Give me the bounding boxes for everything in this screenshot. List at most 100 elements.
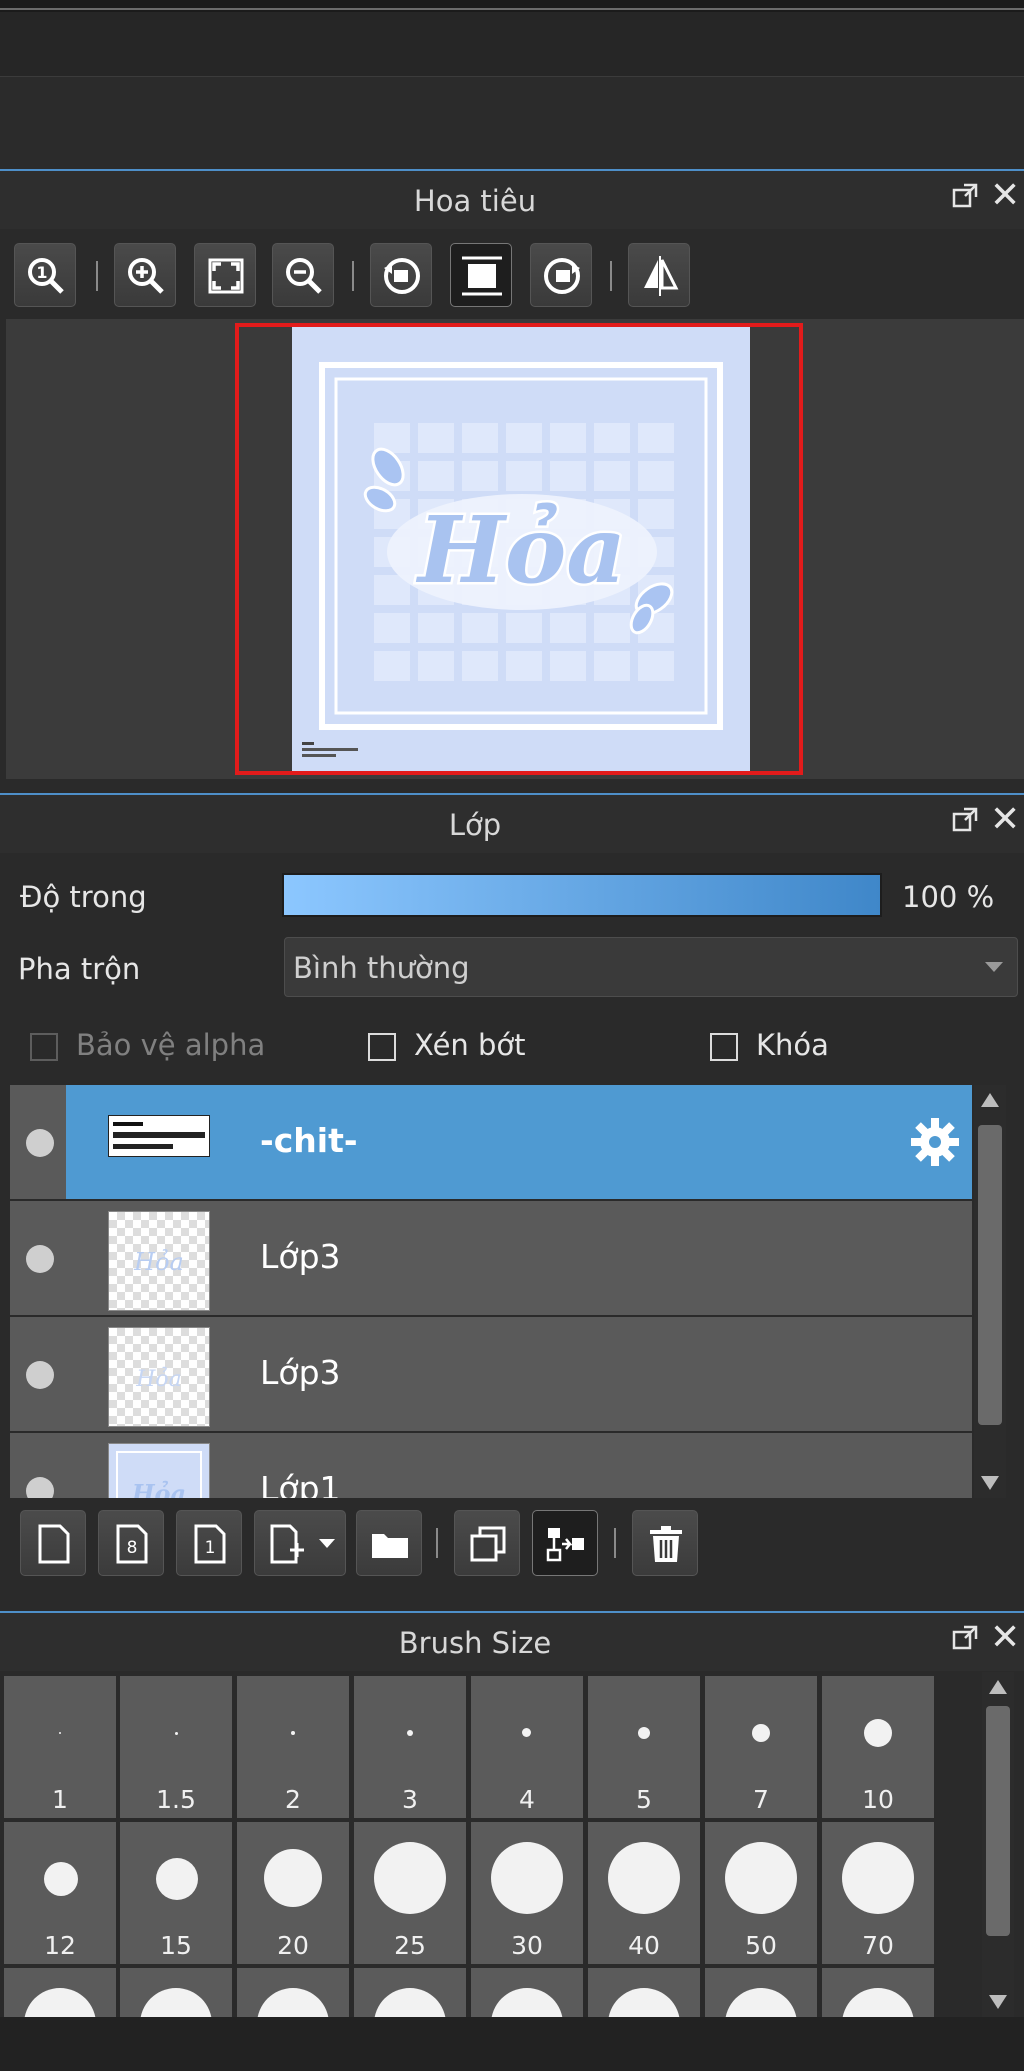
fit-screen-button[interactable]	[194, 243, 256, 307]
scrollbar-thumb[interactable]	[978, 1125, 1002, 1425]
visibility-toggle[interactable]	[26, 1245, 54, 1273]
svg-text:1: 1	[205, 1538, 216, 1558]
brush-size-label: 20	[277, 1931, 309, 1960]
brush-size-cell[interactable]: 20	[237, 1822, 349, 1964]
brush-size-cell[interactable]	[705, 1968, 817, 2017]
visibility-toggle[interactable]	[26, 1129, 54, 1157]
brush-size-label: 1	[52, 1785, 68, 1814]
canvas-title-text: Hỏa	[415, 496, 626, 604]
brush-size-cell[interactable]: 70	[822, 1822, 934, 1964]
layer-row[interactable]: -chit-	[10, 1085, 972, 1201]
new-8bit-layer-button[interactable]: 8	[98, 1510, 164, 1576]
brush-size-scrollbar[interactable]	[982, 1672, 1014, 2017]
brush-size-cell[interactable]: 25	[354, 1822, 466, 1964]
gear-icon[interactable]	[908, 1115, 962, 1169]
brush-size-label: 50	[745, 1931, 777, 1960]
lock-checkbox[interactable]	[710, 1033, 738, 1061]
blend-mode-select[interactable]: Bình thường	[284, 937, 1018, 997]
delete-layer-button[interactable]	[632, 1510, 698, 1576]
duplicate-icon	[470, 1526, 506, 1562]
layers-title: Lớp	[448, 808, 502, 842]
flip-horizontal-button[interactable]	[628, 243, 690, 307]
svg-text:Hỏa: Hỏa	[133, 1248, 184, 1276]
brush-size-panel-header: Brush Size ✕	[0, 1611, 1024, 1671]
brush-size-cell[interactable]: 7	[705, 1676, 817, 1818]
brush-size-label: 1.5	[156, 1785, 196, 1814]
brush-size-cell[interactable]: 2	[237, 1676, 349, 1818]
brush-size-cell[interactable]	[4, 1968, 116, 2017]
close-icon[interactable]: ✕	[990, 802, 1024, 838]
brush-size-cell[interactable]: 1	[4, 1676, 116, 1818]
brush-size-cell[interactable]	[120, 1968, 232, 2017]
clipping-checkbox[interactable]	[368, 1033, 396, 1061]
scroll-down-icon[interactable]	[981, 1476, 999, 1490]
merge-down-button[interactable]	[532, 1510, 598, 1576]
brush-size-cell[interactable]	[354, 1968, 466, 2017]
brush-size-cell[interactable]	[588, 1968, 700, 2017]
layer-list-scrollbar[interactable]	[974, 1085, 1006, 1498]
brush-size-label: 70	[862, 1931, 894, 1960]
scrollbar-thumb[interactable]	[986, 1706, 1010, 1936]
scroll-down-icon[interactable]	[989, 1995, 1007, 2009]
layer-name: Lớp3	[260, 1353, 341, 1392]
zoom-out-button[interactable]	[272, 243, 334, 307]
layer-name: Lớp3	[260, 1237, 341, 1276]
brush-size-cell[interactable]: 1.5	[120, 1676, 232, 1818]
protect-alpha-label: Bảo vệ alpha	[76, 1028, 266, 1062]
add-layer-icon	[270, 1524, 304, 1564]
rotate-right-button[interactable]	[530, 243, 592, 307]
brush-size-cell[interactable]: 3	[354, 1676, 466, 1818]
chevron-down-icon	[985, 962, 1003, 972]
opacity-slider[interactable]	[282, 873, 882, 917]
layer-row[interactable]: Hỏa Lớp1	[10, 1433, 972, 1498]
brush-size-cell[interactable]	[822, 1968, 934, 2017]
rotate-left-button[interactable]	[370, 243, 432, 307]
brush-size-label: 5	[636, 1785, 652, 1814]
brush-size-cell[interactable]: 12	[4, 1822, 116, 1964]
zoom-actual-button[interactable]: 1	[14, 243, 76, 307]
brush-size-cell[interactable]: 15	[120, 1822, 232, 1964]
brush-size-cell[interactable]: 4	[471, 1676, 583, 1818]
fit-view-button[interactable]	[450, 243, 512, 307]
close-icon[interactable]: ✕	[990, 178, 1024, 214]
layer-8bit-icon: 8	[116, 1524, 148, 1564]
brush-size-cell[interactable]: 10	[822, 1676, 934, 1818]
zoom-in-button[interactable]	[114, 243, 176, 307]
pop-out-icon[interactable]	[952, 807, 978, 833]
bottom-bar	[0, 2017, 1024, 2071]
brush-size-cell[interactable]	[237, 1968, 349, 2017]
layer-row[interactable]: Hỏa Lớp3	[10, 1201, 972, 1317]
fit-view-icon	[462, 256, 502, 296]
brush-size-cell[interactable]: 40	[588, 1822, 700, 1964]
duplicate-layer-button[interactable]	[454, 1510, 520, 1576]
lock-label: Khóa	[756, 1028, 829, 1062]
brush-size-cell[interactable]	[471, 1968, 583, 2017]
brush-size-label: 2	[285, 1785, 301, 1814]
visibility-toggle[interactable]	[26, 1361, 54, 1389]
layer-row[interactable]: Hỏa Lớp3	[10, 1317, 972, 1433]
new-folder-button[interactable]	[356, 1510, 422, 1576]
new-1bit-layer-button[interactable]: 1	[176, 1510, 242, 1576]
navigator-toolbar: 1	[0, 231, 1024, 319]
layer-thumbnail: Hỏa	[108, 1327, 210, 1427]
close-icon[interactable]: ✕	[990, 1620, 1024, 1656]
scroll-up-icon[interactable]	[981, 1093, 999, 1107]
rotate-left-icon	[384, 258, 420, 294]
layer-thumbnail	[108, 1115, 210, 1157]
layers-panel-header: Lớp ✕	[0, 793, 1024, 853]
add-layer-menu-button[interactable]	[254, 1510, 346, 1576]
zoom-in-icon	[128, 258, 164, 294]
brush-size-cell[interactable]: 30	[471, 1822, 583, 1964]
blend-mode-label: Pha trộn	[18, 952, 141, 986]
pop-out-icon[interactable]	[952, 1625, 978, 1651]
visibility-toggle[interactable]	[26, 1477, 54, 1498]
pop-out-icon[interactable]	[952, 183, 978, 209]
layer-list: -chit- Hỏa Lớp3 Hỏa Lớp3 Hỏa Lớp1	[10, 1085, 972, 1498]
brush-size-cell[interactable]: 5	[588, 1676, 700, 1818]
new-layer-button[interactable]	[20, 1510, 86, 1576]
fit-screen-icon	[208, 258, 244, 294]
brush-size-cell[interactable]: 50	[705, 1822, 817, 1964]
scroll-up-icon[interactable]	[989, 1680, 1007, 1694]
layer-name: Lớp1	[260, 1469, 341, 1498]
protect-alpha-checkbox[interactable]	[30, 1033, 58, 1061]
